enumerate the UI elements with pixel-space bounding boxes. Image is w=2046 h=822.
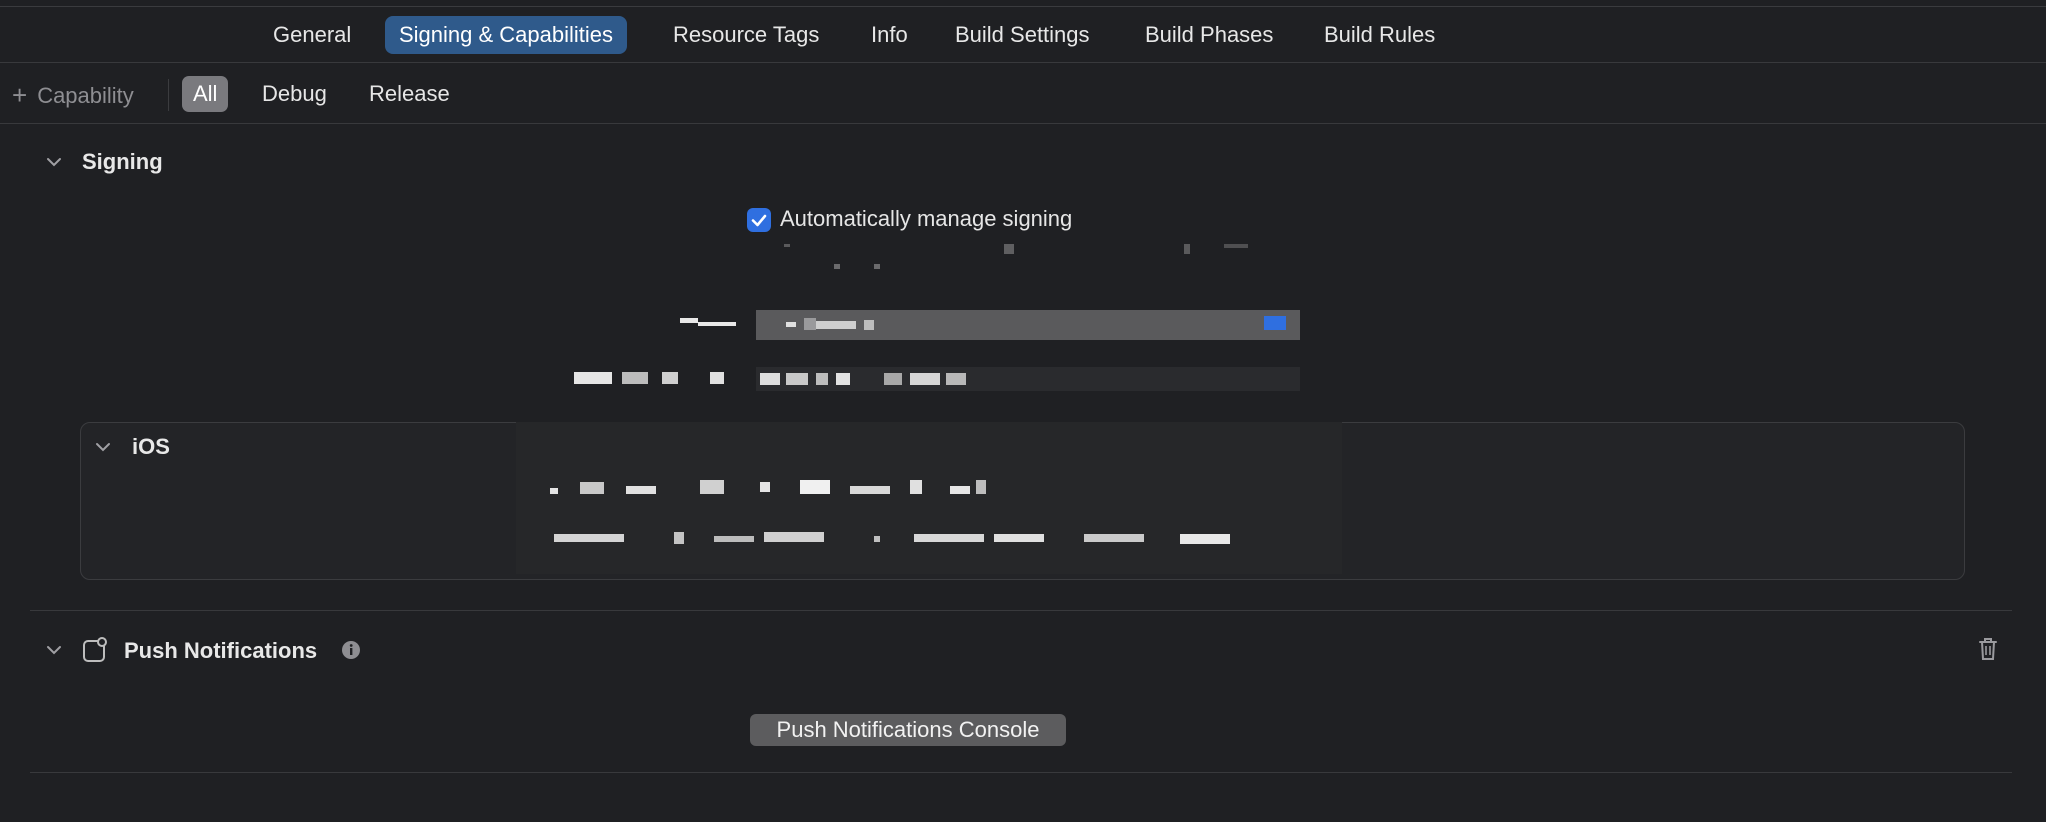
editor-tab-bar: General Signing & Capabilities Resource …: [0, 14, 2046, 56]
ios-provisioning-redacted: [550, 480, 986, 494]
tab-build-rules[interactable]: Build Rules: [1310, 16, 1449, 54]
bundle-id-field[interactable]: [756, 367, 1300, 391]
auto-manage-signing-checkbox[interactable]: [747, 208, 771, 232]
filter-separator: [168, 79, 169, 111]
bundle-id-label-redacted: [574, 372, 724, 384]
push-notifications-console-button[interactable]: Push Notifications Console: [750, 714, 1066, 746]
section-divider: [30, 610, 2012, 611]
chevron-down-icon[interactable]: [45, 641, 63, 659]
push-notifications-title: Push Notifications: [124, 638, 318, 663]
team-popup-button[interactable]: [756, 310, 1300, 340]
tab-general[interactable]: General: [259, 16, 365, 54]
add-capability-label: Capability: [37, 83, 134, 108]
top-divider: [0, 6, 2046, 7]
tab-info[interactable]: Info: [857, 16, 922, 54]
filterbar-divider: [0, 123, 2046, 124]
auto-manage-signing-label: Automatically manage signing: [780, 206, 1073, 231]
filter-release[interactable]: Release: [358, 76, 461, 112]
tabbar-divider: [0, 62, 2046, 63]
popup-stepper-icon: [1264, 316, 1286, 330]
filter-all[interactable]: All: [182, 76, 229, 112]
chevron-down-icon[interactable]: [45, 153, 63, 171]
section-divider-bottom: [30, 772, 2012, 773]
tab-signing-capabilities[interactable]: Signing & Capabilities: [385, 16, 628, 54]
bundle-id-value-redacted: [760, 373, 966, 385]
team-label-redacted: [680, 318, 736, 326]
tab-resource-tags[interactable]: Resource Tags: [659, 16, 833, 54]
add-capability-button[interactable]: + Capability: [12, 79, 134, 111]
signing-description-redacted: [784, 244, 1248, 269]
filter-debug[interactable]: Debug: [251, 76, 338, 112]
info-icon[interactable]: [341, 640, 361, 660]
trash-icon[interactable]: [1977, 636, 1999, 662]
signing-section-title: Signing: [82, 149, 163, 174]
ios-section-title: iOS: [132, 434, 170, 459]
chevron-down-icon[interactable]: [94, 438, 112, 456]
team-value-redacted: [786, 318, 874, 330]
ios-details-area: [516, 422, 1342, 574]
tab-build-settings[interactable]: Build Settings: [941, 16, 1104, 54]
capability-icon: [83, 637, 107, 662]
ios-certificate-redacted: [554, 532, 1230, 544]
tab-build-phases[interactable]: Build Phases: [1131, 16, 1287, 54]
checkmark-icon: [751, 214, 767, 227]
plus-icon: +: [12, 80, 28, 110]
capability-filter-bar: + Capability All Debug Release: [0, 75, 2046, 115]
